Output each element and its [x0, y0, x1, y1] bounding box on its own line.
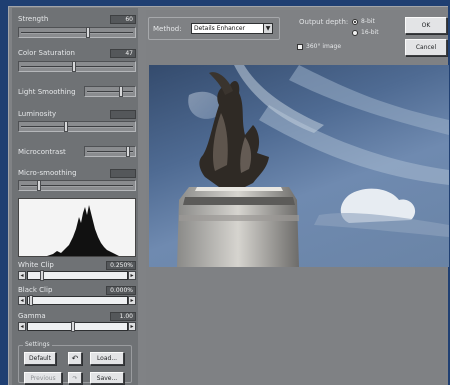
method-label: Method:	[153, 25, 182, 33]
image-360-checkbox[interactable]	[297, 44, 303, 50]
white-clip-label: White Clip	[18, 261, 54, 269]
micro-smoothing-slider-thumb[interactable]	[36, 180, 41, 191]
white-clip-value[interactable]: 0.250%	[106, 261, 136, 270]
save-button[interactable]: Save...	[90, 372, 124, 384]
load-button[interactable]: Load...	[90, 352, 124, 365]
luminosity-slider-thumb[interactable]	[64, 121, 68, 132]
depth-8bit-label: 8-bit	[361, 18, 375, 25]
previous-button[interactable]: Previous	[24, 372, 62, 384]
dropdown-arrow-icon: ▼	[263, 24, 272, 33]
light-smoothing-label: Light Smoothing	[18, 88, 76, 96]
light-smoothing-slider-thumb[interactable]	[119, 86, 123, 97]
white-clip-slider[interactable]	[27, 270, 128, 281]
method-select-value: Details Enhancer	[194, 25, 246, 32]
gamma-right-arrow[interactable]: ▸	[128, 322, 136, 331]
gamma-value[interactable]: 1.00	[110, 312, 136, 321]
output-depth-label: Output depth:	[299, 18, 349, 26]
image-360-label: 360° image	[306, 43, 342, 50]
black-clip-slider[interactable]	[27, 295, 128, 306]
preview-image[interactable]	[149, 65, 449, 267]
micro-smoothing-slider[interactable]	[18, 180, 136, 191]
white-clip-right-arrow[interactable]: ▸	[128, 271, 136, 280]
strength-slider[interactable]	[18, 27, 136, 38]
depth-16bit-label: 16-bit	[361, 29, 379, 36]
gamma-left-arrow[interactable]: ◂	[18, 322, 26, 331]
histogram	[18, 198, 136, 257]
strength-label: Strength	[18, 15, 49, 23]
black-clip-right-arrow[interactable]: ▸	[128, 296, 136, 305]
black-clip-label: Black Clip	[18, 286, 53, 294]
color-saturation-label: Color Saturation	[18, 49, 75, 57]
microcontrast-slider[interactable]	[84, 146, 136, 157]
white-clip-left-arrow[interactable]: ◂	[18, 271, 26, 280]
depth-16bit-radio[interactable]	[352, 30, 358, 36]
black-clip-slider-thumb[interactable]	[29, 295, 33, 306]
cancel-button[interactable]: Cancel	[405, 39, 447, 56]
depth-8bit-radio[interactable]	[352, 19, 358, 25]
micro-smoothing-value[interactable]	[110, 169, 136, 178]
color-saturation-value[interactable]: 47	[110, 49, 136, 58]
micro-smoothing-label: Micro-smoothing	[18, 169, 77, 177]
color-saturation-slider-thumb[interactable]	[71, 61, 76, 72]
redo-icon: ↷	[72, 374, 78, 382]
undo-button[interactable]: ↶	[68, 352, 82, 365]
ok-button[interactable]: OK	[405, 17, 447, 34]
luminosity-value[interactable]	[110, 110, 136, 119]
microcontrast-label: Microcontrast	[18, 148, 66, 156]
light-smoothing-slider[interactable]	[84, 86, 136, 97]
gamma-label: Gamma	[18, 312, 46, 320]
strength-slider-thumb[interactable]	[86, 27, 90, 38]
settings-group-label: Settings	[23, 341, 52, 348]
black-clip-left-arrow[interactable]: ◂	[18, 296, 26, 305]
luminosity-slider[interactable]	[18, 121, 136, 132]
statue-photo	[177, 65, 449, 267]
white-clip-slider-thumb[interactable]	[40, 270, 45, 281]
luminosity-label: Luminosity	[18, 110, 57, 118]
black-clip-value[interactable]: 0.000%	[106, 286, 136, 295]
gamma-slider[interactable]	[27, 321, 128, 332]
undo-icon: ↶	[71, 354, 79, 363]
histogram-graph	[47, 205, 119, 256]
default-button[interactable]: Default	[24, 352, 56, 365]
strength-value[interactable]: 60	[110, 15, 136, 24]
microcontrast-slider-thumb[interactable]	[125, 146, 130, 157]
redo-button[interactable]: ↷	[68, 372, 82, 384]
color-saturation-slider[interactable]	[18, 61, 136, 72]
method-select[interactable]: Details Enhancer ▼	[191, 23, 273, 34]
gamma-slider-thumb[interactable]	[70, 321, 75, 332]
